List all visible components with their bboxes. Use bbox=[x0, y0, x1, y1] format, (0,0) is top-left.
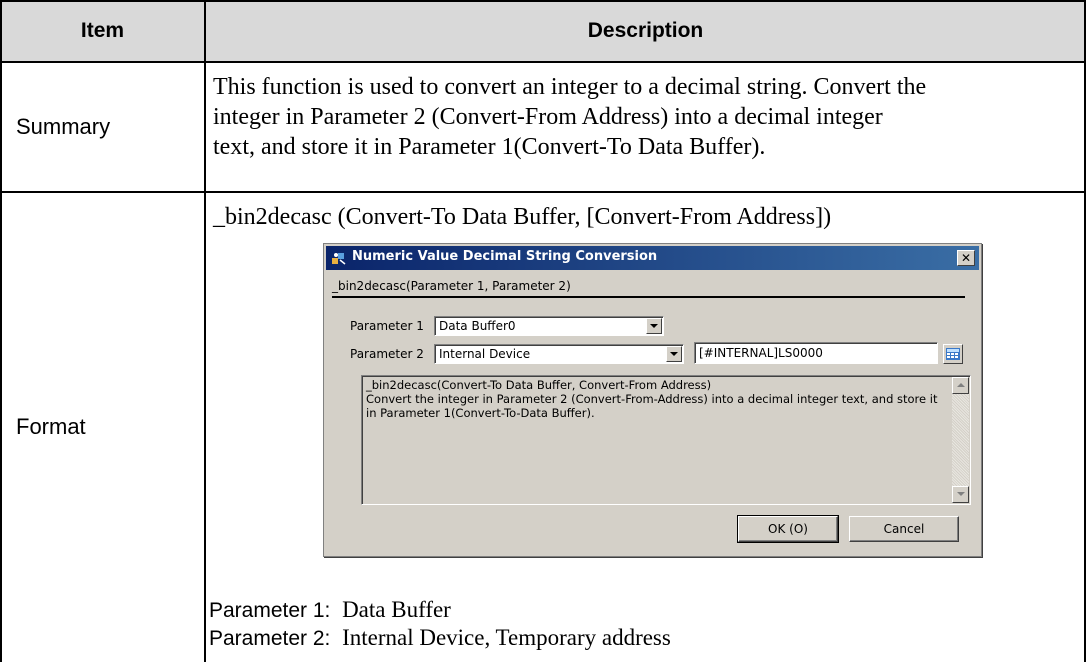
table-column-divider bbox=[204, 0, 206, 662]
summary-text: This function is used to convert an inte… bbox=[213, 72, 1078, 162]
dialog-title-bar[interactable]: Numeric Value Decimal String Conversion … bbox=[326, 246, 979, 270]
format-label: Format bbox=[16, 414, 86, 439]
parameter-2-label: Parameter 2 bbox=[350, 347, 424, 361]
description-scrollbar[interactable] bbox=[952, 377, 969, 503]
scroll-down-arrow-icon[interactable] bbox=[952, 486, 969, 503]
keypad-icon[interactable] bbox=[943, 344, 963, 364]
cancel-button[interactable]: Cancel bbox=[849, 516, 959, 542]
parameter-1-value: Data Buffer bbox=[342, 597, 451, 622]
app-icon bbox=[332, 253, 346, 265]
table-rule bbox=[0, 61, 1086, 63]
scroll-up-arrow-icon[interactable] bbox=[952, 377, 969, 394]
description-text: _bin2decasc(Convert-To Data Buffer, Conv… bbox=[366, 378, 938, 420]
description-box[interactable]: _bin2decasc(Convert-To Data Buffer, Conv… bbox=[361, 375, 971, 505]
table-rule bbox=[0, 191, 1086, 193]
header-item: Item bbox=[0, 0, 205, 62]
syntax-separator bbox=[332, 296, 965, 298]
dialog-syntax: _bin2decasc(Parameter 1, Parameter 2) bbox=[332, 279, 571, 293]
parameter-2-line: Parameter 2: Internal Device, Temporary … bbox=[209, 624, 671, 653]
keypad-icon-glyph bbox=[946, 348, 960, 360]
ok-button[interactable]: OK (O) bbox=[737, 515, 839, 543]
parameter-2-combo-value: Internal Device bbox=[439, 347, 531, 361]
format-syntax: _bin2decasc (Convert-To Data Buffer, [Co… bbox=[213, 204, 832, 230]
header-description: Description bbox=[205, 0, 1086, 62]
table-border-left bbox=[0, 0, 2, 662]
dropdown-arrow-icon[interactable] bbox=[646, 318, 662, 334]
parameter-1-label: Parameter 1 bbox=[350, 319, 424, 333]
parameter-1-combo[interactable]: Data Buffer0 bbox=[434, 316, 664, 336]
summary-line: integer in Parameter 2 (Convert-From Add… bbox=[213, 104, 883, 130]
parameter-2-combo[interactable]: Internal Device bbox=[434, 344, 684, 364]
dropdown-arrow-icon[interactable] bbox=[666, 346, 682, 362]
address-value: [#INTERNAL]LS0000 bbox=[699, 346, 823, 360]
summary-label: Summary bbox=[16, 114, 111, 139]
close-icon[interactable]: ✕ bbox=[957, 250, 975, 266]
parameter-1-line: Parameter 1: Data Buffer bbox=[209, 596, 451, 625]
conversion-dialog: Numeric Value Decimal String Conversion … bbox=[323, 243, 982, 557]
summary-line: This function is used to convert an inte… bbox=[213, 74, 927, 100]
parameter-2-value: Internal Device, Temporary address bbox=[342, 625, 671, 650]
parameter-1-combo-value: Data Buffer0 bbox=[439, 319, 516, 333]
parameter-2-label: Parameter 2: bbox=[209, 627, 331, 650]
summary-line: text, and store it in Parameter 1(Conver… bbox=[213, 134, 766, 160]
parameter-1-label: Parameter 1: bbox=[209, 599, 331, 622]
address-input[interactable]: [#INTERNAL]LS0000 bbox=[694, 342, 938, 364]
table-border-top bbox=[0, 0, 1086, 2]
dialog-title: Numeric Value Decimal String Conversion bbox=[352, 249, 658, 264]
